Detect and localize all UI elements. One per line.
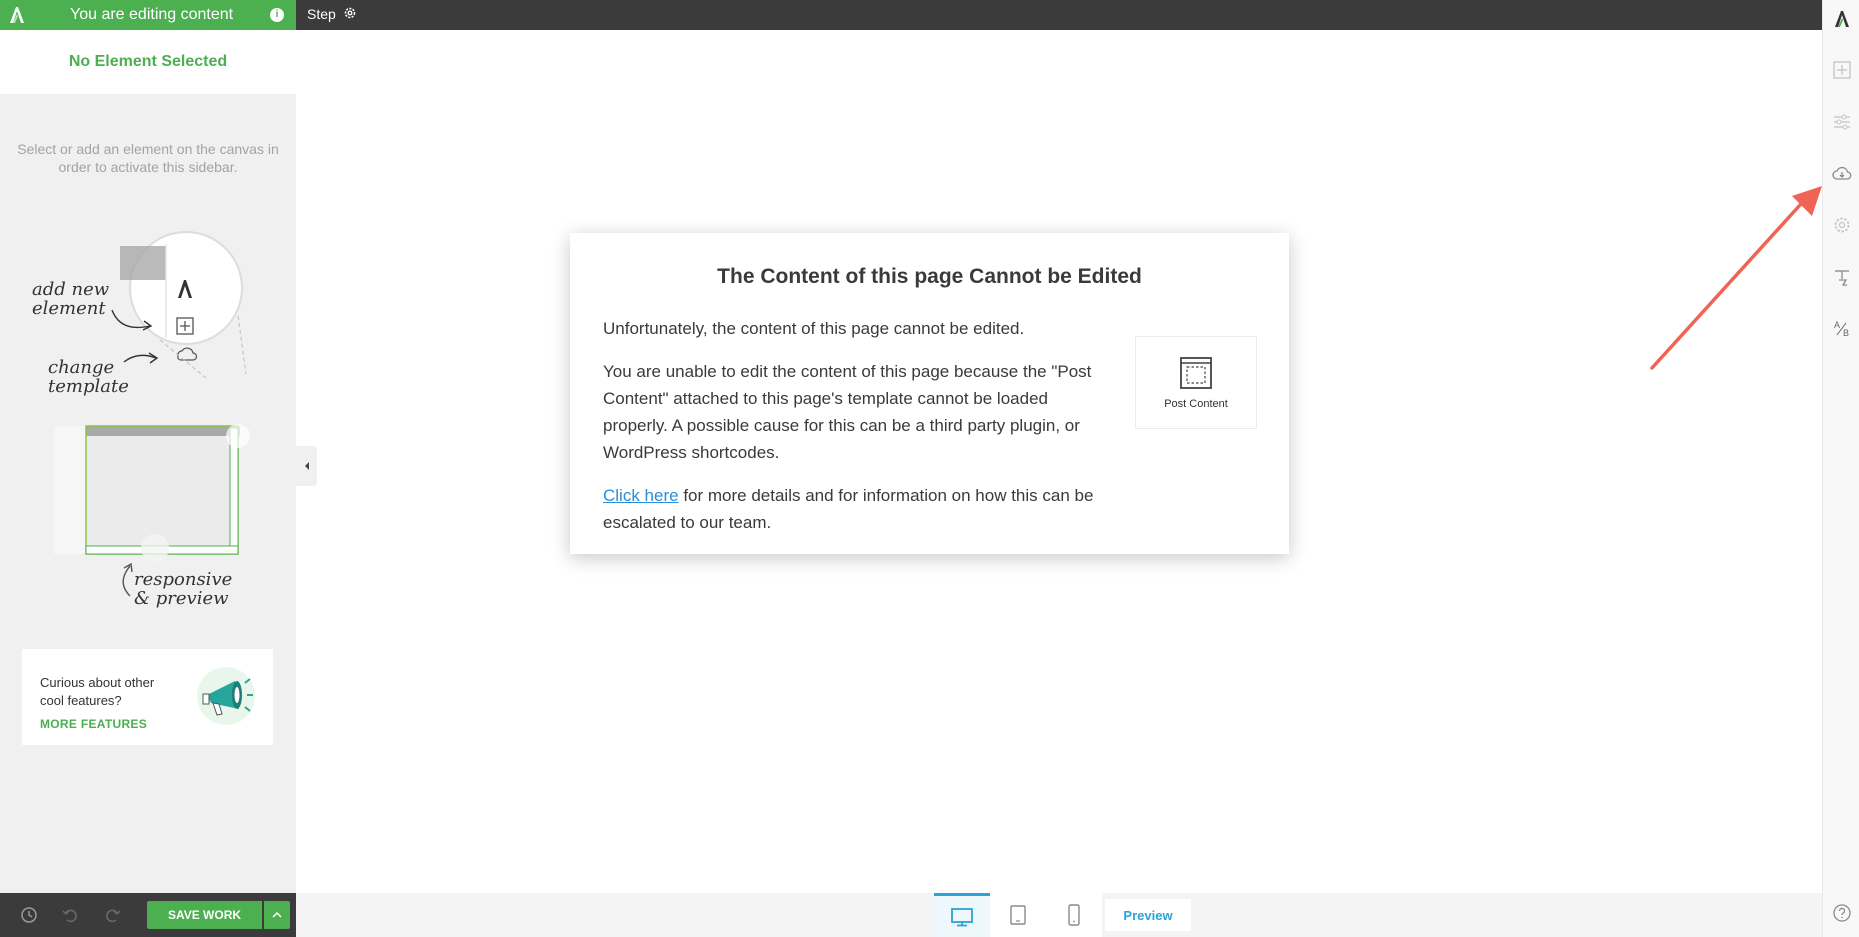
sidebar-collapse-toggle[interactable] (296, 446, 317, 486)
responsive-preview-annotation: responsive & preview (134, 569, 233, 609)
card-body: Unfortunately, the content of this page … (603, 315, 1113, 552)
tablet-view-button[interactable] (990, 893, 1046, 937)
right-rail: AB (1822, 0, 1859, 937)
settings-icon[interactable] (1832, 215, 1852, 235)
desktop-view-button[interactable] (934, 893, 990, 937)
redo-icon[interactable] (104, 906, 122, 929)
annotation-arrow (1650, 186, 1822, 370)
post-content-label: Post Content (1164, 397, 1228, 410)
editor-app: You are editing content i Step No Elemen… (0, 0, 1859, 937)
card-paragraph-2: You are unable to edit the content of th… (603, 362, 1092, 462)
svg-text:A: A (1834, 320, 1840, 330)
preview-button[interactable]: Preview (1105, 899, 1191, 931)
no-element-selected-title: No Element Selected (68, 53, 228, 70)
top-bar: You are editing content i Step (0, 0, 1822, 30)
sidebar-header: No Element Selected (0, 30, 296, 94)
typography-icon[interactable] (1832, 267, 1852, 287)
canvas-bottom-bar: Preview (296, 893, 1822, 937)
chevron-up-icon (272, 911, 282, 918)
more-features-link[interactable]: MORE FEATURES (40, 717, 147, 731)
logo-icon[interactable] (1832, 9, 1852, 29)
card-paragraph-3: Click here for more details and for info… (603, 482, 1113, 536)
card-paragraph-1: Unfortunately, the content of this page … (603, 319, 1025, 338)
gear-icon[interactable] (343, 6, 357, 25)
onboarding-illustration: add new element change template responsive… (20, 226, 280, 609)
editing-banner: You are editing content i (0, 0, 296, 30)
mobile-icon (1068, 904, 1080, 926)
add-element-icon[interactable] (1832, 60, 1852, 80)
click-here-link[interactable]: Click here (603, 486, 679, 505)
sidebar-hint: Select or add an element on the canvas i… (17, 141, 279, 175)
save-work-button[interactable]: SAVE WORK (147, 901, 262, 929)
sidebar-footer: SAVE WORK (0, 893, 296, 937)
help-icon[interactable] (1832, 903, 1852, 923)
history-icon[interactable] (20, 906, 38, 929)
svg-text:B: B (1843, 328, 1849, 338)
post-content-icon (1180, 356, 1212, 389)
info-icon[interactable]: i (270, 8, 284, 22)
cannot-edit-card: The Content of this page Cannot be Edite… (570, 233, 1289, 554)
sliders-icon[interactable] (1832, 112, 1852, 132)
editing-status-text: You are editing content (70, 6, 234, 23)
tablet-icon (1010, 905, 1026, 925)
card-title: The Content of this page Cannot be Edite… (717, 265, 1142, 288)
left-sidebar: No Element Selected Select or add an ele… (0, 30, 296, 893)
change-template-annotation: change template (48, 357, 129, 397)
cloud-download-icon[interactable] (1832, 164, 1852, 184)
desktop-icon (951, 907, 973, 926)
post-content-element[interactable]: Post Content (1135, 336, 1257, 429)
caret-left-icon (304, 462, 309, 470)
add-element-annotation: add new element (32, 279, 110, 319)
save-options-dropdown[interactable] (264, 901, 290, 929)
step-label[interactable]: Step (307, 6, 336, 22)
ab-test-icon[interactable]: AB (1832, 318, 1852, 338)
more-features-card: Curious about other cool features? MORE … (22, 649, 273, 745)
undo-icon[interactable] (61, 906, 79, 929)
device-switcher (934, 893, 1102, 937)
megaphone-icon (195, 665, 257, 732)
features-card-text: Curious about other cool features? (40, 675, 155, 708)
logo-icon[interactable] (0, 0, 34, 30)
mobile-view-button[interactable] (1046, 893, 1102, 937)
